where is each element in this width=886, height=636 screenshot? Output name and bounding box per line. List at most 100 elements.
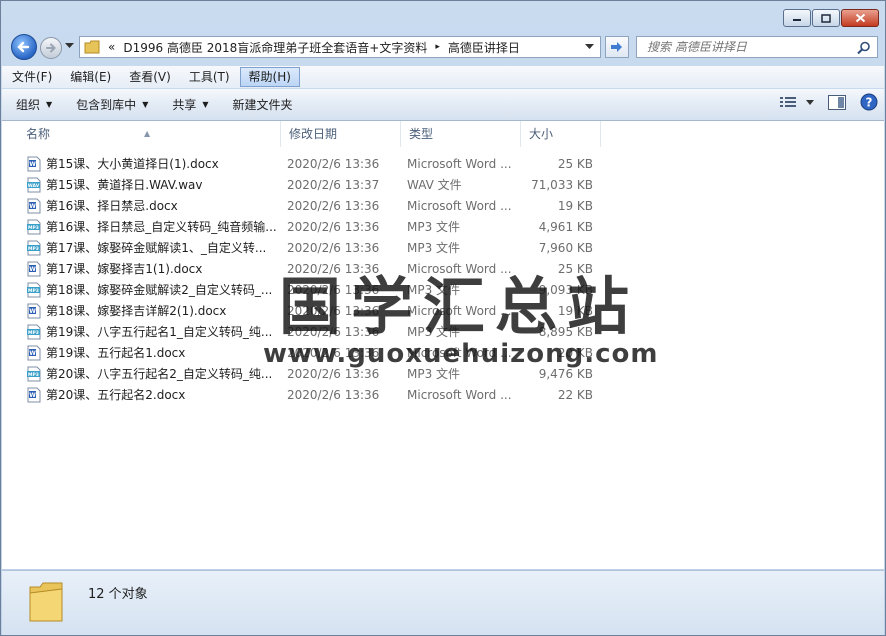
- file-name: 第20课、五行起名2.docx: [46, 388, 186, 402]
- minimize-icon: [793, 19, 801, 21]
- menu-tools[interactable]: 工具(T): [181, 67, 238, 87]
- menu-file[interactable]: 文件(F): [4, 67, 60, 87]
- file-date: 2020/2/6 13:36: [287, 345, 380, 360]
- breadcrumb-current[interactable]: 高德臣讲择日: [448, 39, 520, 56]
- file-name: 第20课、八字五行起名2_自定义转码_纯...: [46, 367, 273, 381]
- recent-pages-dropdown-icon[interactable]: [65, 43, 74, 49]
- word-doc-icon: W: [26, 387, 42, 403]
- new-folder-label: 新建文件夹: [232, 97, 293, 112]
- navigation-row: « D1996 高德臣 2018盲派命理弟子班全套语音+文字资料 ▸ 高德臣讲择…: [9, 33, 879, 61]
- file-row[interactable]: W 第19课、五行起名1.docx 2020/2/6 13:36 Microsoft …: [2, 342, 884, 363]
- file-row[interactable]: W 第17课、嫁娶择吉1(1).docx 2020/2/6 13:36 Microso…: [2, 258, 884, 279]
- file-size: 8,895 KB: [538, 324, 593, 339]
- file-name-cell: WAV 第15课、黄道择日.WAV.wav: [2, 176, 281, 193]
- file-type: Microsoft Word ...: [407, 261, 512, 276]
- file-size: 25 KB: [557, 261, 593, 276]
- file-name: 第16课、择日禁忌_自定义转码_纯音频输...: [46, 220, 277, 234]
- file-name: 第15课、大小黄道择日(1).docx: [46, 157, 219, 171]
- file-row[interactable]: MP3 第19课、八字五行起名1_自定义转码_纯... 2020/2/6 13:36…: [2, 321, 884, 342]
- chevron-down-icon: ▼: [46, 99, 53, 109]
- include-library-button[interactable]: 包含到库中 ▼: [66, 93, 158, 117]
- organize-button[interactable]: 组织 ▼: [6, 93, 62, 117]
- arrow-right-icon: [46, 43, 56, 53]
- file-date: 2020/2/6 13:36: [287, 219, 380, 234]
- file-size: 7,960 KB: [538, 240, 593, 255]
- file-row[interactable]: MP3 第16课、择日禁忌_自定义转码_纯音频输... 2020/2/6 13:36…: [2, 216, 884, 237]
- file-list: W 第15课、大小黄道择日(1).docx 2020/2/6 13:36 Micros…: [2, 153, 884, 405]
- file-name-cell: W 第18课、嫁娶择吉详解2(1).docx: [2, 302, 281, 319]
- file-name-cell: MP3 第17课、嫁娶碎金赋解读1、_自定义转...: [2, 239, 281, 256]
- file-row[interactable]: MP3 第17课、嫁娶碎金赋解读1、_自定义转... 2020/2/6 13:36 M…: [2, 237, 884, 258]
- organize-label: 组织: [16, 97, 41, 112]
- search-input[interactable]: [645, 39, 859, 55]
- svg-text:?: ?: [866, 96, 873, 110]
- column-header-type[interactable]: 类型: [401, 121, 521, 147]
- new-folder-button[interactable]: 新建文件夹: [223, 93, 303, 117]
- word-doc-icon: W: [26, 198, 42, 214]
- file-date: 2020/2/6 13:36: [287, 387, 380, 402]
- mp3-audio-icon: MP3: [26, 240, 42, 256]
- column-name-label: 名称: [26, 127, 51, 141]
- menu-help[interactable]: 帮助(H): [239, 67, 300, 87]
- file-row[interactable]: W 第15课、大小黄道择日(1).docx 2020/2/6 13:36 Micros…: [2, 153, 884, 174]
- file-row[interactable]: MP3 第18课、嫁娶碎金赋解读2_自定义转码_... 2020/2/6 13:36…: [2, 279, 884, 300]
- maximize-icon: [821, 13, 831, 23]
- address-back-glyph: «: [108, 40, 116, 54]
- menu-edit[interactable]: 编辑(E): [62, 67, 119, 87]
- address-bar[interactable]: « D1996 高德臣 2018盲派命理弟子班全套语音+文字资料 ▸ 高德臣讲择…: [79, 36, 601, 58]
- file-row[interactable]: W 第18课、嫁娶择吉详解2(1).docx 2020/2/6 13:36 Micro…: [2, 300, 884, 321]
- command-bar-right: ?: [780, 93, 878, 111]
- back-button[interactable]: [11, 34, 37, 60]
- file-name: 第19课、八字五行起名1_自定义转码_纯...: [46, 325, 273, 339]
- file-row[interactable]: MP3 第20课、八字五行起名2_自定义转码_纯... 2020/2/6 13:36…: [2, 363, 884, 384]
- refresh-button[interactable]: [605, 36, 629, 58]
- menu-view[interactable]: 查看(V): [121, 67, 179, 87]
- file-date: 2020/2/6 13:36: [287, 198, 380, 213]
- breadcrumb-parent[interactable]: D1996 高德臣 2018盲派命理弟子班全套语音+文字资料: [123, 39, 427, 56]
- file-type: Microsoft Word ...: [407, 198, 512, 213]
- file-name: 第18课、嫁娶择吉详解2(1).docx: [46, 304, 227, 318]
- file-date: 2020/2/6 13:36: [287, 324, 380, 339]
- file-list-pane: ▲ 名称 修改日期 类型 大小 W 第15课、大小黄道择日(1).docx 2020…: [2, 121, 884, 569]
- refresh-icon: [611, 42, 622, 52]
- maximize-button[interactable]: [812, 9, 840, 27]
- column-type-label: 类型: [409, 127, 434, 141]
- search-icon[interactable]: [857, 41, 871, 55]
- minimize-button[interactable]: [783, 9, 811, 27]
- svg-text:W: W: [29, 203, 36, 210]
- svg-text:MP3: MP3: [28, 330, 39, 336]
- column-header-size[interactable]: 大小: [521, 121, 601, 147]
- window-caption-buttons: [783, 9, 879, 27]
- file-row[interactable]: WAV 第15课、黄道择日.WAV.wav 2020/2/6 13:37 WAV 文件…: [2, 174, 884, 195]
- column-header-name[interactable]: ▲ 名称: [2, 121, 281, 147]
- file-row[interactable]: W 第16课、择日禁忌.docx 2020/2/6 13:36 Microsoft W…: [2, 195, 884, 216]
- column-header-date[interactable]: 修改日期: [281, 121, 401, 147]
- file-size: 9,476 KB: [538, 366, 593, 381]
- file-type: MP3 文件: [407, 325, 461, 339]
- file-type: Microsoft Word ...: [407, 303, 512, 318]
- share-button[interactable]: 共享 ▼: [162, 93, 218, 117]
- share-label: 共享: [172, 97, 197, 112]
- close-button[interactable]: [841, 9, 879, 27]
- forward-button[interactable]: [40, 37, 62, 59]
- view-options-button[interactable]: [780, 96, 814, 108]
- file-type: MP3 文件: [407, 367, 461, 381]
- mp3-audio-icon: MP3: [26, 324, 42, 340]
- svg-text:W: W: [29, 308, 36, 315]
- help-icon[interactable]: ?: [860, 93, 878, 111]
- file-row[interactable]: W 第20课、五行起名2.docx 2020/2/6 13:36 Microsoft …: [2, 384, 884, 405]
- file-type: MP3 文件: [407, 283, 461, 297]
- file-name-cell: W 第17课、嫁娶择吉1(1).docx: [2, 260, 281, 277]
- file-date: 2020/2/6 13:37: [287, 177, 380, 192]
- arrow-left-icon: [17, 41, 30, 53]
- address-dropdown-icon[interactable]: [585, 44, 594, 50]
- file-name: 第18课、嫁娶碎金赋解读2_自定义转码_...: [46, 283, 273, 297]
- file-date: 2020/2/6 13:36: [287, 366, 380, 381]
- file-name: 第17课、嫁娶碎金赋解读1、_自定义转...: [46, 241, 267, 255]
- breadcrumb-separator[interactable]: ▸: [435, 42, 440, 52]
- file-name-cell: MP3 第19课、八字五行起名1_自定义转码_纯...: [2, 323, 281, 340]
- file-type: MP3 文件: [407, 220, 461, 234]
- file-size: 20 KB: [557, 345, 593, 360]
- file-name: 第17课、嫁娶择吉1(1).docx: [46, 262, 203, 276]
- preview-pane-icon[interactable]: [828, 94, 846, 110]
